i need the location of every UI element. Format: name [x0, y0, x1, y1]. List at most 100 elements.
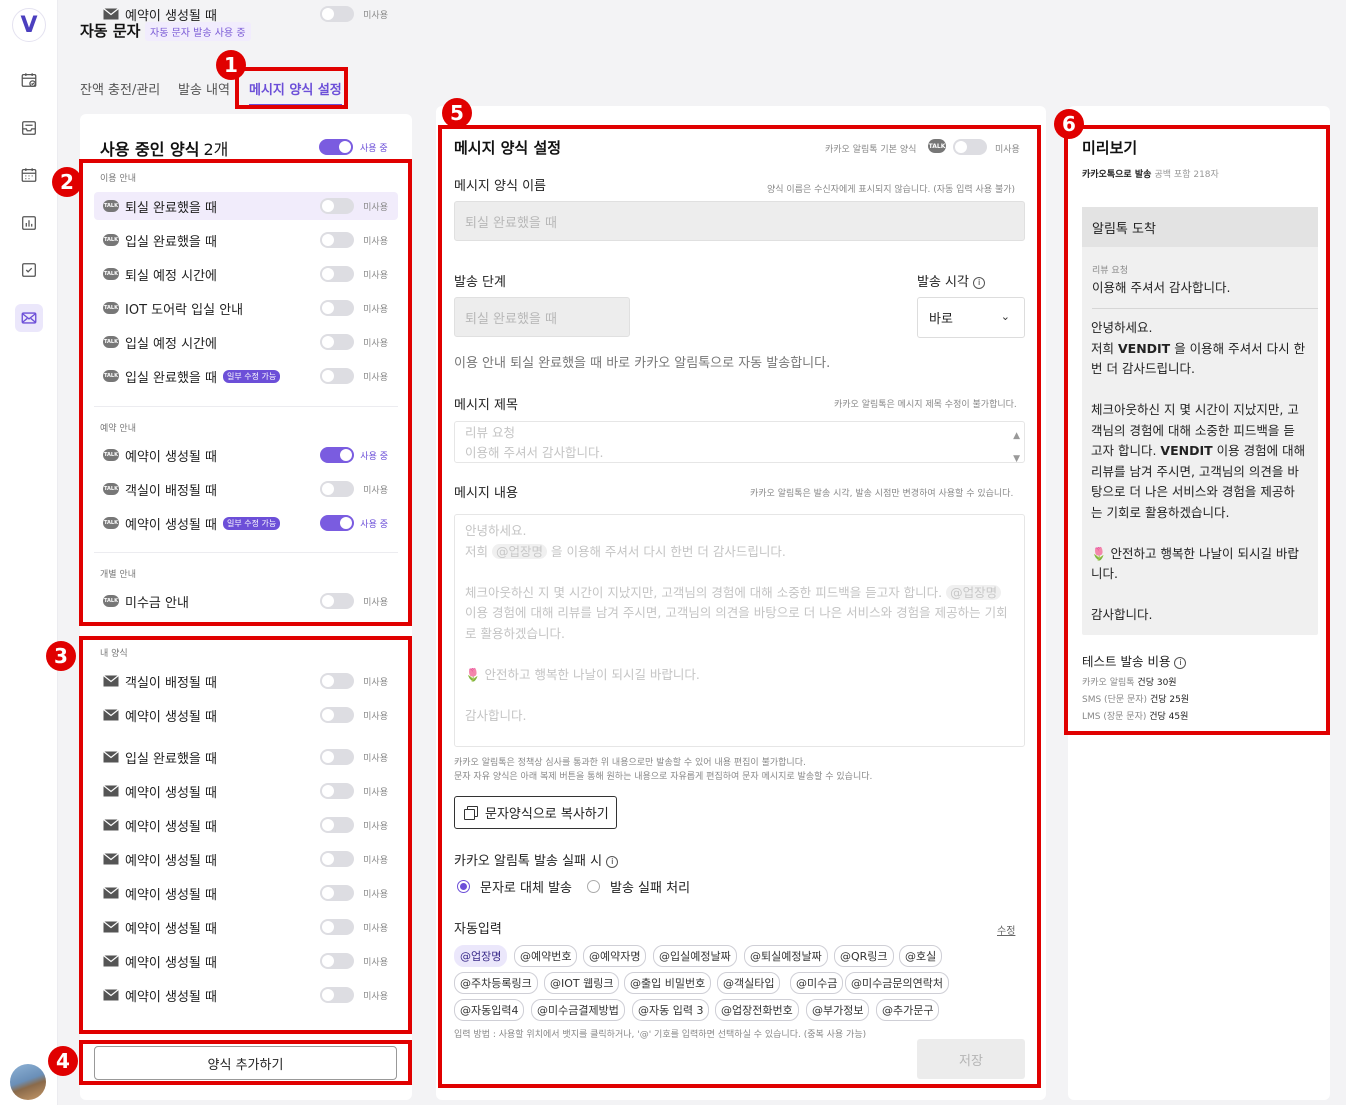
auto-input-chip[interactable]: @객실타입 [717, 972, 781, 994]
template-row[interactable]: TALK 퇴실 완료했을 때 미사용 [94, 192, 398, 220]
chart-icon[interactable] [15, 209, 43, 237]
template-toggle[interactable] [320, 515, 354, 531]
subject-textarea[interactable]: 리뷰 요청 이용해 주셔서 감사합니다. ▲ ▼ [454, 421, 1025, 464]
template-name-input[interactable]: 퇴실 완료했을 때 [454, 201, 1025, 241]
template-toggle[interactable] [320, 673, 354, 689]
template-toggle[interactable] [320, 707, 354, 723]
template-row[interactable]: 입실 완료했을 때 미사용 [94, 743, 398, 771]
template-toggle[interactable] [320, 6, 354, 22]
kakao-talk-icon: TALK [103, 302, 119, 314]
template-toggle[interactable] [320, 851, 354, 867]
template-toggle[interactable] [320, 783, 354, 799]
template-row[interactable]: 예약이 생성될 때 미사용 [94, 913, 398, 941]
save-button[interactable]: 저장 [917, 1039, 1025, 1079]
template-toggle[interactable] [320, 481, 354, 497]
radio-fail-process[interactable] [587, 880, 600, 893]
template-row[interactable]: TALK 입실 예정 시간에 미사용 [94, 328, 398, 356]
tab-balance[interactable]: 잔액 충전/관리 [80, 79, 160, 98]
kakao-talk-icon: TALK [103, 268, 119, 280]
auto-input-chip[interactable]: @업장전화번호 [715, 999, 799, 1021]
template-row[interactable]: TALK 예약이 생성될 때 일부 수정 가능 사용 중 [94, 509, 398, 537]
avatar[interactable] [10, 1064, 46, 1100]
auto-input-chip[interactable]: @자동입력4 [454, 999, 525, 1021]
calendar-icon[interactable] [15, 161, 43, 189]
template-toggle[interactable] [320, 593, 354, 609]
auto-input-chip[interactable]: @미수금 [790, 972, 844, 994]
preview-subtitle: 카카오톡으로 발송 공백 포함 218자 [1082, 170, 1219, 180]
template-row[interactable]: TALK 객실이 배정될 때 미사용 [94, 475, 398, 503]
template-status: 미사용 [363, 271, 388, 281]
template-toggle[interactable] [320, 368, 354, 384]
body-textarea[interactable]: 안녕하세요. 저희 @업장명 을 이용해 주셔서 다시 한번 더 감사드립니다.… [454, 514, 1025, 747]
copy-to-sms-button[interactable]: 문자양식으로 복사하기 [454, 796, 617, 829]
radio-sms-fallback[interactable] [457, 880, 470, 893]
auto-input-chip[interactable]: @추가문구 [876, 999, 940, 1021]
auto-input-chip[interactable]: @자동 입력 3 [632, 999, 710, 1021]
auto-input-chip[interactable]: @입실예정날짜 [653, 945, 737, 967]
kakao-default-toggle[interactable] [953, 139, 987, 155]
template-row[interactable]: TALK 미수금 안내 미사용 [94, 587, 398, 615]
template-status: 미사용 [363, 856, 388, 866]
auto-input-chip[interactable]: @IOT 웹링크 [544, 972, 620, 994]
template-toggle[interactable] [320, 447, 354, 463]
template-row[interactable]: 예약이 생성될 때 미사용 [94, 981, 398, 1009]
send-time-select[interactable]: 바로 ⌄ [917, 297, 1025, 338]
template-row[interactable]: TALK IOT 도어락 입실 안내 미사용 [94, 294, 398, 322]
template-toggle[interactable] [320, 232, 354, 248]
template-toggle[interactable] [320, 919, 354, 935]
auto-input-chip[interactable]: @QR링크 [834, 945, 894, 967]
template-row[interactable]: 예약이 생성될 때 미사용 [94, 0, 398, 28]
template-row[interactable]: TALK 입실 완료했을 때 일부 수정 가능 미사용 [94, 362, 398, 390]
auto-input-chip[interactable]: @출입 비밀번호 [624, 972, 712, 994]
cost-sms: SMS (단문 문자) 건당 25원 [1082, 695, 1190, 705]
add-template-button[interactable]: 양식 추가하기 [94, 1046, 397, 1080]
template-toggle[interactable] [320, 749, 354, 765]
tab-message-format[interactable]: 메시지 양식 설정 [249, 79, 342, 106]
auto-input-chip[interactable]: @예약자명 [583, 945, 647, 967]
template-status: 미사용 [363, 339, 388, 349]
auto-input-chip[interactable]: @부가정보 [806, 999, 870, 1021]
template-row[interactable]: 예약이 생성될 때 미사용 [94, 845, 398, 873]
auto-input-chip[interactable]: @호실 [899, 945, 943, 967]
template-row[interactable]: 객실이 배정될 때 미사용 [94, 667, 398, 695]
template-toggle[interactable] [320, 953, 354, 969]
template-toggle[interactable] [320, 987, 354, 1003]
template-row[interactable]: 예약이 생성될 때 미사용 [94, 811, 398, 839]
checklist-icon[interactable] [15, 256, 43, 284]
template-toggle[interactable] [320, 198, 354, 214]
radio-sms-fallback-label: 문자로 대체 발송 [480, 881, 572, 896]
template-toggle[interactable] [320, 817, 354, 833]
auto-input-chip[interactable]: @퇴실예정날짜 [744, 945, 828, 967]
template-status: 사용 중 [360, 452, 388, 462]
template-row[interactable]: 예약이 생성될 때 미사용 [94, 777, 398, 805]
calendar-check-icon[interactable] [15, 66, 43, 94]
auto-input-chip[interactable]: @업장명 [454, 945, 508, 967]
app-logo[interactable]: V [12, 8, 46, 42]
template-toggle[interactable] [320, 334, 354, 350]
template-row[interactable]: TALK 퇴실 예정 시간에 미사용 [94, 260, 398, 288]
edit-auto-input-link[interactable]: 수정 [997, 922, 1015, 937]
kakao-talk-icon: TALK [103, 370, 119, 382]
template-row[interactable]: 예약이 생성될 때 미사용 [94, 947, 398, 975]
kakao-talk-icon: TALK [103, 200, 119, 212]
mail-icon[interactable] [15, 304, 43, 332]
template-row[interactable]: 예약이 생성될 때 미사용 [94, 879, 398, 907]
inbox-icon[interactable] [15, 114, 43, 142]
mail-icon [103, 675, 119, 687]
auto-input-chip[interactable]: @미수금결제방법 [531, 999, 625, 1021]
auto-input-chip[interactable]: @예약번호 [514, 945, 578, 967]
template-row-label: 예약이 생성될 때 [125, 921, 217, 937]
template-row[interactable]: TALK 입실 완료했을 때 미사용 [94, 226, 398, 254]
auto-input-chip[interactable]: @주차등록링크 [454, 972, 538, 994]
template-toggle[interactable] [320, 885, 354, 901]
tab-history[interactable]: 발송 내역 [178, 79, 230, 98]
master-toggle[interactable] [319, 139, 353, 155]
master-toggle-label: 사용 중 [360, 144, 388, 154]
template-row-label: 예약이 생성될 때 [125, 709, 217, 725]
auto-input-chip[interactable]: @미수금문의연락처 [845, 972, 949, 994]
template-toggle[interactable] [320, 300, 354, 316]
template-toggle[interactable] [320, 266, 354, 282]
stage-input[interactable]: 퇴실 완료했을 때 [454, 297, 630, 337]
template-row[interactable]: TALK 예약이 생성될 때 사용 중 [94, 441, 398, 469]
template-row[interactable]: 예약이 생성될 때 미사용 [94, 701, 398, 729]
